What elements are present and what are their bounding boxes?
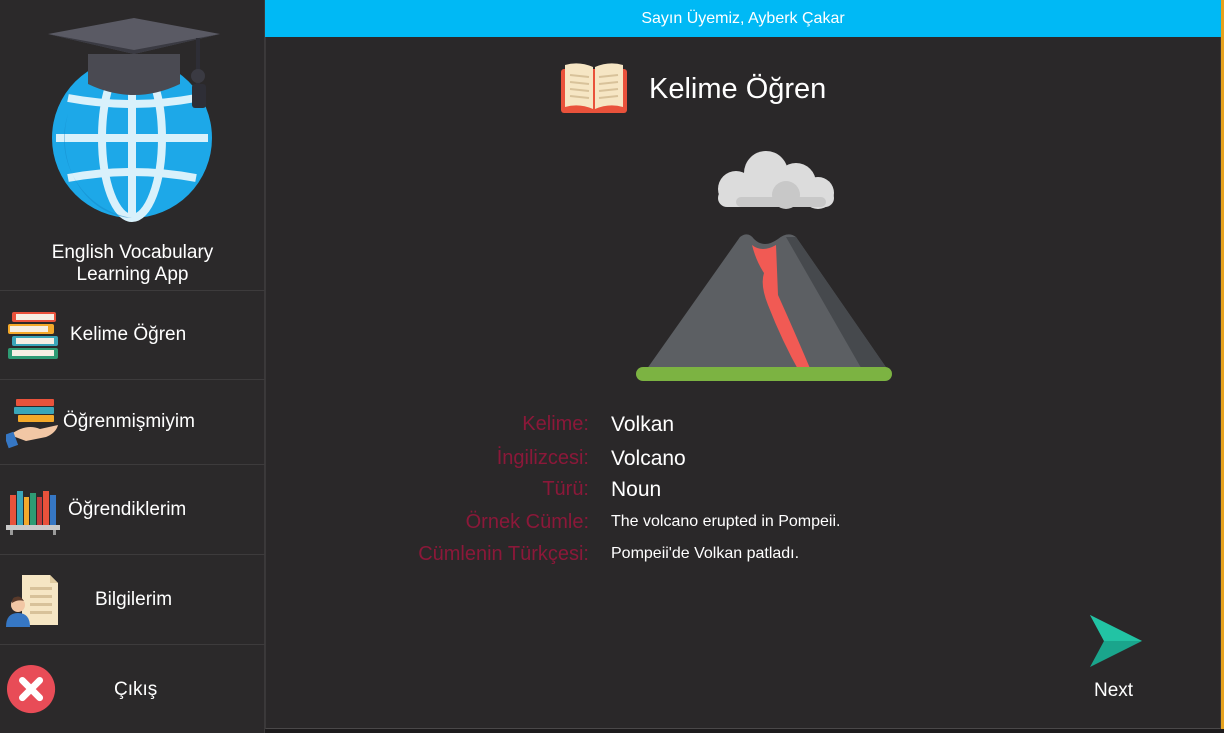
- sidebar-item-ogrendiklerim[interactable]: Öğrendiklerim: [0, 464, 265, 554]
- app-title: English Vocabulary Learning App: [0, 242, 265, 286]
- field-label-cumlenin-turkcesi: Cümlenin Türkçesi:: [418, 543, 589, 565]
- field-value-kelime: Volkan: [611, 413, 675, 436]
- books-stack-icon: [8, 312, 58, 359]
- hand-books-icon: [6, 399, 58, 449]
- volcano-illustration: [636, 151, 892, 381]
- sidebar-item-cikis[interactable]: Çıkış: [0, 644, 265, 733]
- user-greeting: Sayın Üyemiz, Ayberk Çakar: [641, 10, 845, 27]
- header-bar: Sayın Üyemiz, Ayberk Çakar: [265, 0, 1221, 37]
- field-value-turu: Noun: [611, 478, 662, 501]
- sidebar-item-label: Bilgilerim: [95, 588, 173, 610]
- field-label-kelime: Kelime:: [522, 413, 589, 435]
- globe-graduation-cap-icon: [48, 18, 220, 222]
- field-label-ornek-cumle: Örnek Cümle:: [465, 511, 589, 533]
- exit-icon: [6, 664, 56, 713]
- field-value-ingilizcesi: Volcano: [611, 447, 686, 470]
- sidebar-item-label: Öğrendiklerim: [68, 498, 187, 520]
- field-label-turu: Türü:: [542, 478, 589, 500]
- sidebar: English Vocabulary Learning App Kelime Ö…: [0, 0, 265, 733]
- next-arrow-icon[interactable]: [1086, 615, 1146, 667]
- open-book-icon: [561, 63, 627, 113]
- user-document-icon: [6, 574, 58, 627]
- next-button-label[interactable]: Next: [1094, 680, 1133, 702]
- bookshelf-icon: [6, 490, 60, 535]
- sidebar-item-label: Kelime Öğren: [70, 324, 187, 345]
- field-label-ingilizcesi: İngilizcesi:: [496, 447, 589, 469]
- main-panel: Kelime Öğren Kelime: Volkan İngilizcesi:…: [265, 37, 1221, 729]
- sidebar-item-label: Öğrenmişmiyim: [63, 411, 195, 432]
- sidebar-item-bilgilerim[interactable]: Bilgilerim: [0, 554, 265, 644]
- page-title: Kelime Öğren: [649, 73, 827, 105]
- sidebar-item-label: Çıkış: [114, 678, 158, 700]
- sidebar-item-kelime-ogren[interactable]: Kelime Öğren: [0, 290, 265, 379]
- field-value-ornek-cumle: The volcano erupted in Pompeii.: [611, 513, 841, 530]
- sidebar-nav: Kelime Öğren Öğrenmişmiyim Öğrendiklerim…: [0, 290, 265, 733]
- app-title-line2: Learning App: [76, 264, 189, 285]
- field-value-cumlenin-turkcesi: Pompeii'de Volkan patladı.: [611, 545, 800, 562]
- app-title-line1: English Vocabulary: [51, 242, 214, 263]
- sidebar-item-ogrenmismiyim[interactable]: Öğrenmişmiyim: [0, 379, 265, 464]
